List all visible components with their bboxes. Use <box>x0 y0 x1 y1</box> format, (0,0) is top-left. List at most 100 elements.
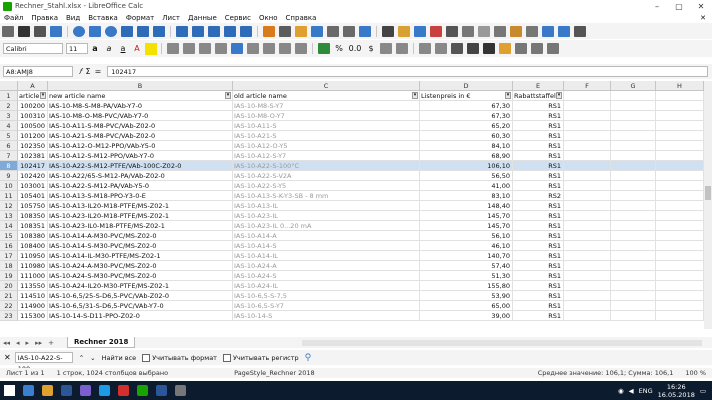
empty-cell[interactable] <box>656 131 704 141</box>
table-cell-a[interactable]: 108351 <box>18 221 48 231</box>
empty-cell[interactable] <box>611 201 656 211</box>
row-header[interactable]: 11 <box>0 191 18 201</box>
table-cell-b[interactable]: IAS-10-A24-IL20-M30-PTFE/MS-Z02-1 <box>48 281 233 291</box>
table-cell-e[interactable]: RS1 <box>513 171 564 181</box>
empty-cell[interactable] <box>564 241 611 251</box>
empty-cell[interactable] <box>656 261 704 271</box>
table-cell-c[interactable]: IAS-10-A24-A <box>233 261 420 271</box>
special-character-icon[interactable] <box>343 25 355 37</box>
header-cell-new-article-name[interactable]: new article name ▾ <box>48 91 233 101</box>
dollar-icon[interactable]: $ <box>365 43 377 55</box>
empty-cell[interactable] <box>656 251 704 261</box>
table-cell-b[interactable]: IAS-10-A11-S-M8-PVC/VAb-Z02-0 <box>48 121 233 131</box>
file-explorer-icon[interactable] <box>42 385 53 396</box>
empty-cell[interactable] <box>564 111 611 121</box>
table-cell-b[interactable]: IAS-10-A22-S-M12-PTFE/VAb-100C-Z02-0 <box>48 161 233 171</box>
match-format-checkbox[interactable]: Учитывать формат <box>142 353 217 362</box>
image-icon[interactable] <box>295 25 307 37</box>
empty-cell[interactable] <box>611 271 656 281</box>
last-sheet-button[interactable]: ▸▸ <box>35 339 42 347</box>
table-cell-a[interactable]: 110980 <box>18 261 48 271</box>
table-cell-b[interactable]: IAS-10-A22/65-S-M12-PA/VAb-Z02-0 <box>48 171 233 181</box>
autofilter-icon[interactable] <box>531 43 543 54</box>
table-cell-b[interactable]: IAS-10-A24-A-M30-PVC/MS-Z02-0 <box>48 261 233 271</box>
empty-cell[interactable] <box>564 201 611 211</box>
table-cell-c[interactable]: IAS-10-A14-A <box>233 231 420 241</box>
border-color-icon[interactable] <box>483 43 495 54</box>
autofilter-dropdown-icon[interactable]: ▾ <box>225 92 231 99</box>
borders-icon[interactable] <box>451 43 463 54</box>
empty-cell[interactable] <box>611 291 656 301</box>
polygon-icon[interactable] <box>121 25 133 37</box>
row-header[interactable]: 13 <box>0 211 18 221</box>
table-cell-d[interactable]: 56,10 <box>420 231 513 241</box>
empty-cell[interactable] <box>656 191 704 201</box>
empty-cell[interactable] <box>611 261 656 271</box>
zoom-level[interactable]: 100 % <box>685 369 706 377</box>
row-header[interactable]: 3 <box>0 111 18 121</box>
find-previous-icon[interactable]: ⌃ <box>79 354 84 362</box>
next-sheet-button[interactable]: ▸ <box>26 339 30 347</box>
table-cell-c[interactable]: IAS-10-A21-S <box>233 131 420 141</box>
undo-icon[interactable] <box>542 25 554 37</box>
row-header[interactable]: 6 <box>0 141 18 151</box>
table-cell-d[interactable]: 67,30 <box>420 101 513 111</box>
empty-cell[interactable] <box>656 151 704 161</box>
table-cell-c[interactable]: IAS-10-A13-IL <box>233 201 420 211</box>
table-cell-d[interactable]: 65,00 <box>420 301 513 311</box>
table-cell-d[interactable]: 83,10 <box>420 191 513 201</box>
table-cell-d[interactable]: 140,70 <box>420 251 513 261</box>
match-case-checkbox[interactable]: Учитывать регистр <box>222 353 299 362</box>
empty-cell[interactable] <box>611 141 656 151</box>
highlight-icon[interactable] <box>145 42 157 55</box>
browser-icon[interactable] <box>23 385 34 396</box>
empty-cell[interactable] <box>656 211 704 221</box>
table-cell-b[interactable]: IAS-10-A24-S-M30-PVC/MS-Z02-0 <box>48 271 233 281</box>
table-cell-e[interactable]: RS1 <box>513 271 564 281</box>
empty-cell[interactable] <box>611 221 656 231</box>
empty-cell[interactable] <box>611 191 656 201</box>
formula-input[interactable]: 102417 <box>107 66 708 77</box>
empty-cell[interactable] <box>564 141 611 151</box>
table-cell-d[interactable]: 145,70 <box>420 221 513 231</box>
empty-cell[interactable] <box>564 311 611 321</box>
empty-cell[interactable] <box>611 101 656 111</box>
function-wizard-icon[interactable]: 𝑓 <box>79 67 82 77</box>
formula-icon[interactable]: = <box>95 67 102 77</box>
table-cell-c[interactable]: IAS-10-A23-IL 0...20 mA <box>233 221 420 231</box>
scrollbar-thumb[interactable] <box>705 186 711 200</box>
autofilter-dropdown-icon[interactable]: ▾ <box>40 92 46 99</box>
points-icon[interactable] <box>279 25 291 37</box>
star-icon[interactable] <box>240 25 252 37</box>
freeze-rows-icon[interactable] <box>547 43 559 54</box>
table-cell-b[interactable]: IAS-10-A13-IL20-M18-PTFE/MS-Z02-1 <box>48 201 233 211</box>
table-cell-e[interactable]: RS1 <box>513 111 564 121</box>
table-cell-b[interactable]: IAS-10-A14-S-M30-PVC/MS-Z02-0 <box>48 241 233 251</box>
row-header[interactable]: 18 <box>0 261 18 271</box>
empty-cell[interactable] <box>564 181 611 191</box>
curve-icon[interactable] <box>34 25 46 37</box>
column-header-c[interactable]: C <box>233 81 420 91</box>
column-header-h[interactable]: H <box>656 81 704 91</box>
hyperlink-icon[interactable] <box>359 25 371 37</box>
empty-cell[interactable] <box>656 91 704 101</box>
table-cell-e[interactable]: RS2 <box>513 191 564 201</box>
font-color-icon[interactable]: A <box>131 43 143 55</box>
empty-cell[interactable] <box>564 281 611 291</box>
empty-cell[interactable] <box>564 91 611 101</box>
callout-icon[interactable] <box>224 25 236 37</box>
empty-cell[interactable] <box>564 291 611 301</box>
add-decimal-icon[interactable] <box>380 43 392 54</box>
minimize-button[interactable]: – <box>646 2 668 11</box>
align-bottom-icon[interactable] <box>295 43 307 54</box>
empty-cell[interactable] <box>611 91 656 101</box>
empty-cell[interactable] <box>564 251 611 261</box>
skype-icon[interactable] <box>99 385 110 396</box>
table-cell-a[interactable]: 108350 <box>18 211 48 221</box>
table-cell-a[interactable]: 114900 <box>18 301 48 311</box>
outlook-icon[interactable] <box>61 385 72 396</box>
sheet-tab-rechner-2018[interactable]: Rechner 2018 <box>66 337 136 348</box>
save-icon[interactable] <box>414 25 426 37</box>
empty-cell[interactable] <box>656 121 704 131</box>
table-cell-e[interactable]: RS1 <box>513 201 564 211</box>
